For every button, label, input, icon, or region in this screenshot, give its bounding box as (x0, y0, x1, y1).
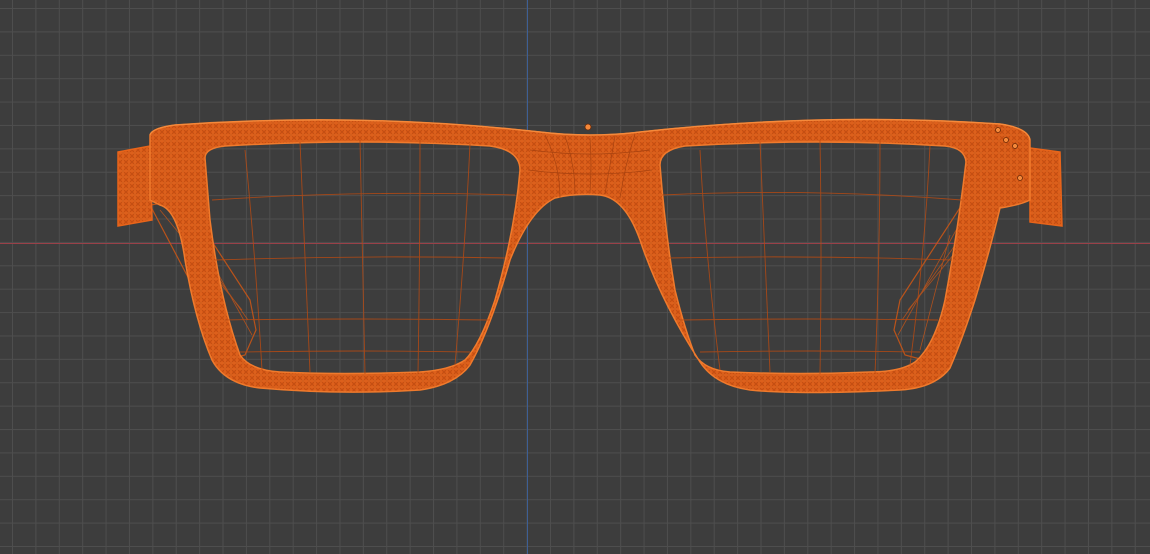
vertex-handle[interactable] (584, 123, 592, 131)
vertex-handle[interactable] (1003, 137, 1009, 143)
vertex-handle[interactable] (1012, 143, 1018, 149)
left-hinge-block[interactable] (117, 145, 153, 227)
vertex-handle[interactable] (1017, 175, 1023, 181)
right-hinge-block[interactable] (1029, 147, 1063, 227)
3d-viewport[interactable] (0, 0, 1150, 554)
left-lens-wireframe (211, 139, 516, 375)
right-lens-wireframe (661, 139, 963, 375)
glasses-wireframe-mesh[interactable] (0, 0, 1150, 554)
vertex-handle[interactable] (995, 127, 1001, 133)
